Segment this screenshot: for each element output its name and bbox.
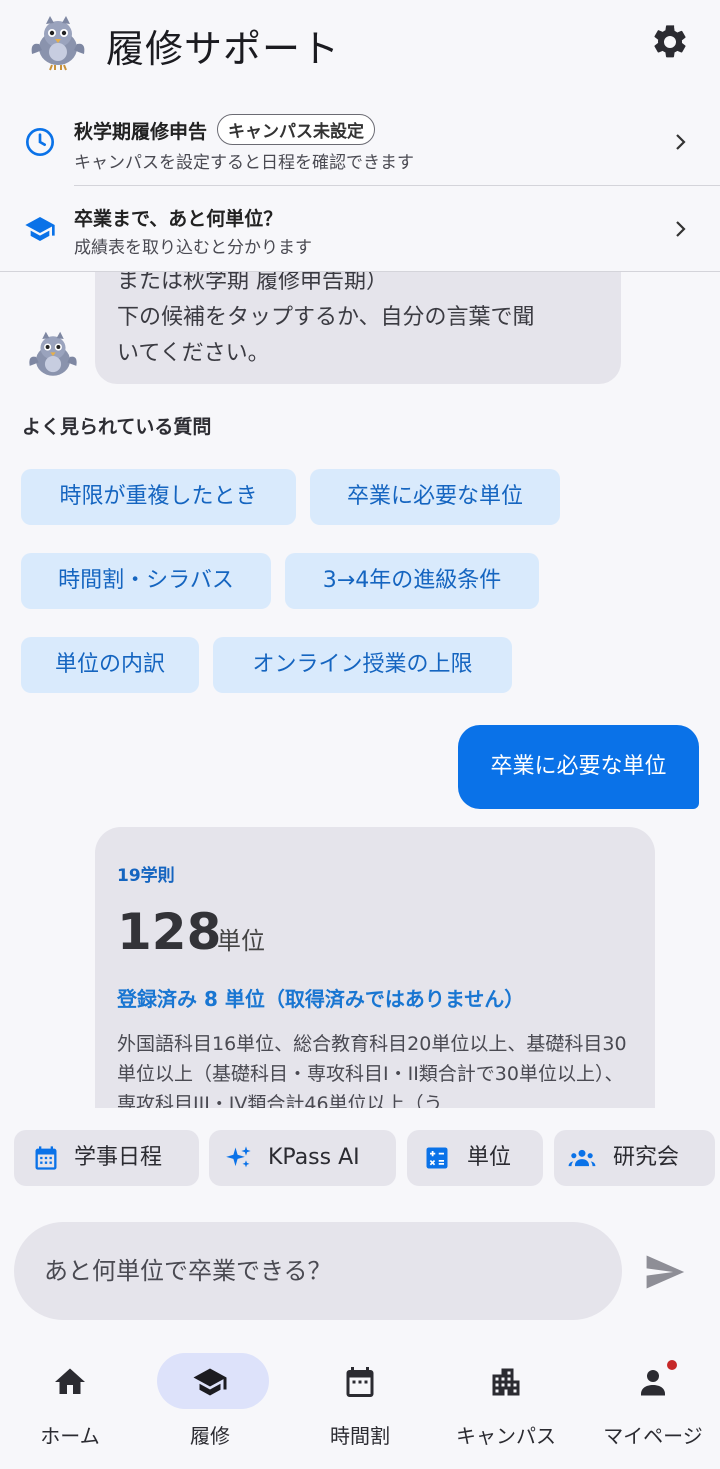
page-title: 履修サポート	[106, 27, 341, 71]
nav-item-label: キャンパス	[456, 1424, 556, 1448]
quick-action-label: 学事日程	[74, 1145, 163, 1170]
notice-fall-registration[interactable]: 秋学期履修申告 キャンパス未設定 キャンパスを設定すると日程を確認できます	[0, 100, 720, 186]
nav-item-label: 履修	[190, 1424, 230, 1448]
bot-message-bubble: または秋学期 履修申告期） 下の候補をタップするか、自分の言葉で聞 いてください…	[95, 272, 621, 384]
status-badge: キャンパス未設定	[217, 114, 376, 145]
nav-item-label: 時間割	[330, 1424, 390, 1448]
nav-item-label: ホーム	[40, 1424, 100, 1448]
rule-tag: 19学則	[117, 866, 175, 886]
send-icon[interactable]	[642, 1250, 686, 1294]
notice-graduation-credits[interactable]: 卒業まで、あと何単位？ 成績表を取り込むと分かります	[0, 186, 720, 272]
home-icon	[55, 1368, 85, 1394]
registered-credits: 登録済み 8 単位（取得済みではありません）	[117, 987, 525, 1011]
group-icon	[568, 1149, 596, 1167]
faq-chip[interactable]: 時限が重複したとき	[21, 469, 296, 525]
faq-chip[interactable]: オンライン授業の上限	[213, 637, 512, 693]
nav-item-mypage[interactable]: マイページ	[583, 1340, 720, 1469]
notice-title: 卒業まで、あと何単位？	[74, 208, 283, 230]
bot-message-text: または秋学期 履修申告期） 下の候補をタップするか、自分の言葉で聞 いてください…	[117, 272, 597, 372]
quick-action-calendar[interactable]: 学事日程	[14, 1130, 199, 1186]
quick-action-seminar[interactable]: 研究会	[554, 1130, 715, 1186]
faq-section-label: よく見られている質問	[22, 416, 212, 438]
chat-thread[interactable]: または秋学期 履修申告期） 下の候補をタップするか、自分の言葉で聞 いてください…	[0, 272, 720, 1108]
app-bar: 履修サポート	[0, 0, 720, 88]
calendar-icon	[346, 1367, 374, 1397]
person-icon	[641, 1370, 665, 1396]
graduation-cap-icon	[193, 1368, 227, 1396]
building-icon	[492, 1368, 520, 1396]
requirement-description: 外国語科目16単位、総合教育科目20単位以上、基礎科目30単位以上（基礎科目・専…	[117, 1033, 627, 1108]
credits-value: 128	[117, 903, 222, 961]
bot-avatar-icon	[29, 331, 77, 376]
nav-item-home[interactable]: ホーム	[0, 1340, 140, 1469]
credits-unit: 単位	[217, 927, 265, 955]
chevron-right-icon	[676, 221, 686, 237]
graduation-cap-icon	[25, 217, 55, 241]
nav-item-label: マイページ	[603, 1424, 703, 1448]
bot-message-line: いてください。	[117, 341, 270, 366]
nav-item-courses[interactable]: 履修	[140, 1340, 280, 1469]
faq-chip[interactable]: 3→4年の進級条件	[285, 553, 539, 609]
quick-action-ai[interactable]: KPass AI	[209, 1130, 396, 1186]
gear-icon[interactable]	[650, 22, 690, 62]
chevron-right-icon	[676, 134, 686, 150]
user-message-bubble: 卒業に必要な単位	[458, 725, 699, 809]
answer-card: 19学則 128 単位 登録済み 8 単位（取得済みではありません） 外国語科目…	[95, 827, 655, 1108]
faq-chip[interactable]: 時間割・シラバス	[21, 553, 271, 609]
notice-subtitle: 成績表を取り込むと分かります	[74, 238, 312, 258]
nav-item-timetable[interactable]: 時間割	[290, 1340, 430, 1469]
bird-mascot-icon	[31, 16, 85, 71]
nav-item-campus[interactable]: キャンパス	[436, 1340, 576, 1469]
sparkle-icon	[226, 1146, 251, 1168]
quick-action-label: 研究会	[613, 1145, 680, 1170]
bottom-nav: ホーム 履修 時間割 キャンパス マイページ	[0, 1340, 720, 1469]
bot-message-line: 下の候補をタップするか、自分の言葉で聞	[117, 305, 535, 330]
calendar-icon	[35, 1146, 57, 1170]
faq-chip[interactable]: 単位の内訳	[21, 637, 199, 693]
clock-icon	[26, 128, 54, 156]
chat-input-container[interactable]	[14, 1222, 622, 1320]
quick-action-label: 単位	[467, 1145, 512, 1170]
notice-title: 秋学期履修申告 キャンパス未設定	[74, 114, 376, 145]
quick-action-label: KPass AI	[268, 1145, 360, 1170]
quick-action-credits[interactable]: 単位	[407, 1130, 543, 1186]
bot-message-line: または秋学期 履修申告期）	[117, 272, 388, 294]
chat-input[interactable]	[44, 1222, 604, 1320]
notification-dot	[667, 1360, 677, 1370]
faq-chip[interactable]: 卒業に必要な単位	[310, 469, 560, 525]
calculator-icon	[426, 1147, 448, 1169]
notice-subtitle: キャンパスを設定すると日程を確認できます	[74, 153, 414, 173]
